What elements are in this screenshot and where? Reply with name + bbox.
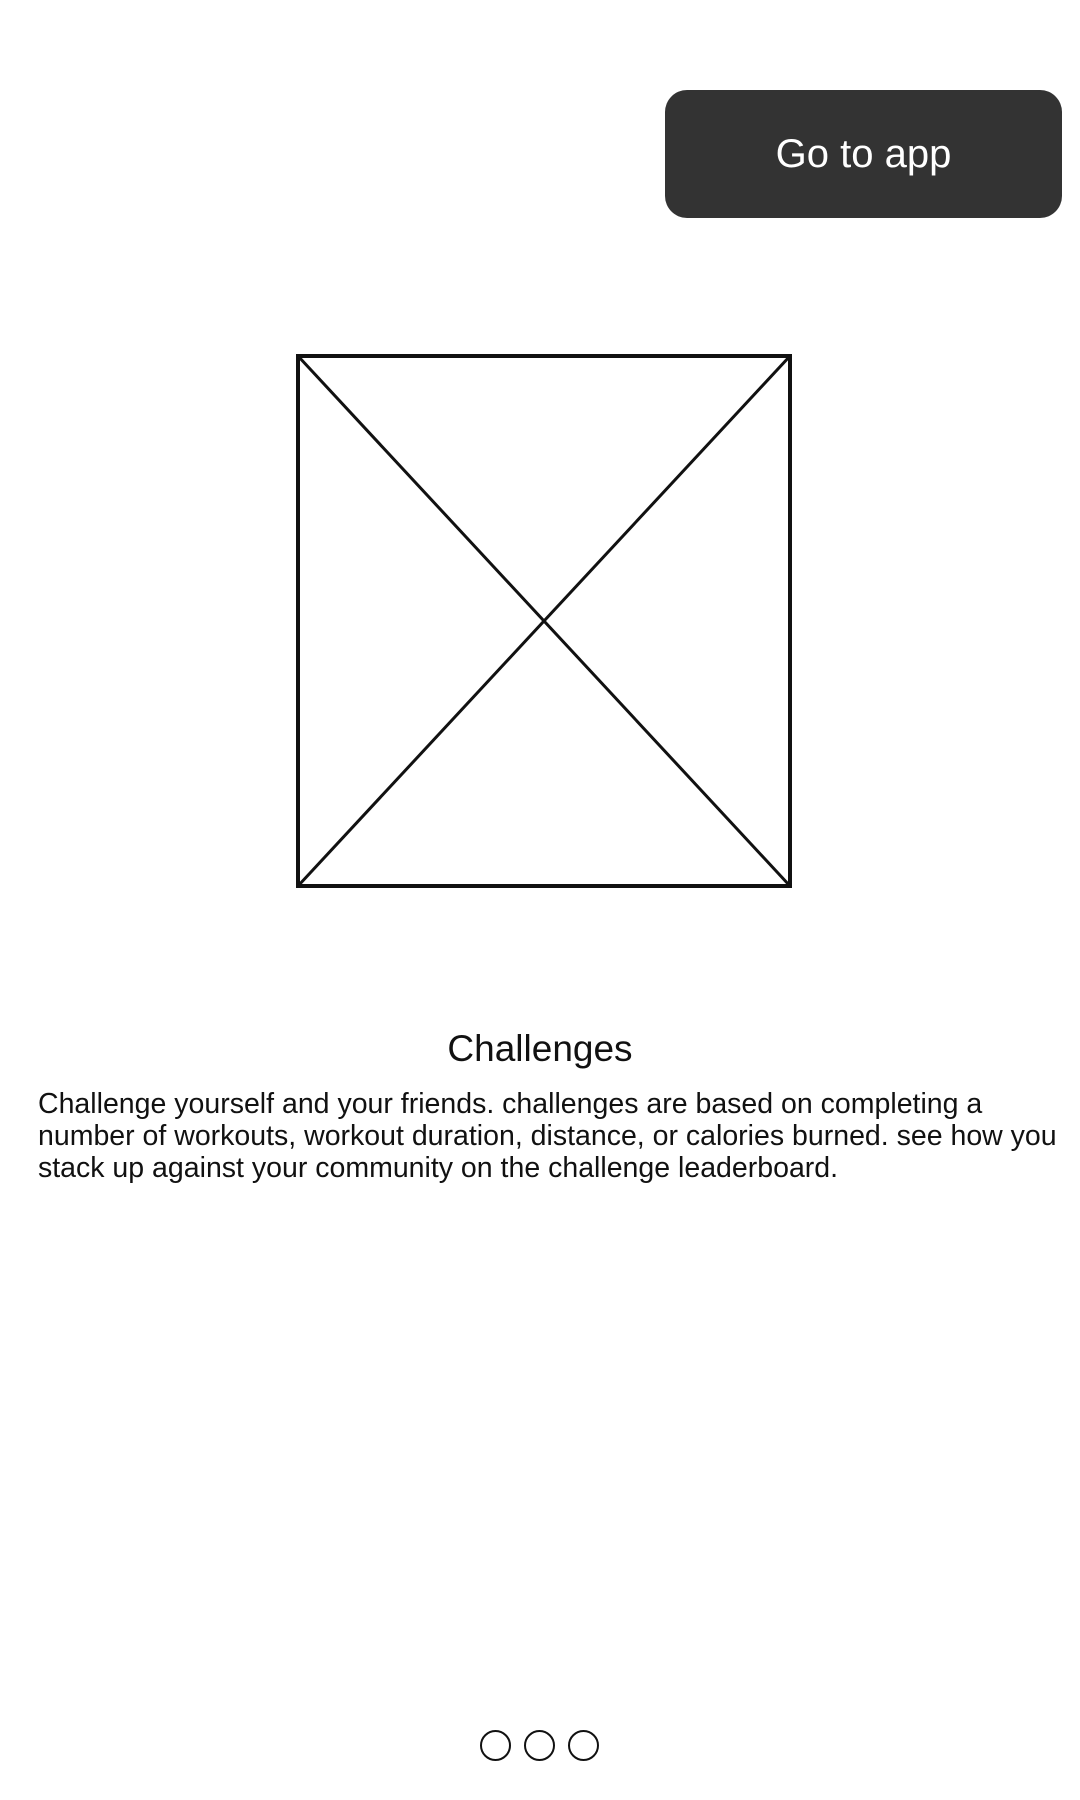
go-to-app-button[interactable]: Go to app xyxy=(665,90,1062,218)
page-dot-2[interactable] xyxy=(524,1730,555,1761)
page-dot-1[interactable] xyxy=(480,1730,511,1761)
onboarding-description: Challenge yourself and your friends. cha… xyxy=(38,1088,1057,1184)
page-indicator xyxy=(480,1730,599,1762)
image-placeholder-icon xyxy=(296,354,792,888)
page-dot-3[interactable] xyxy=(568,1730,599,1761)
onboarding-title: Challenges xyxy=(447,1028,633,1069)
